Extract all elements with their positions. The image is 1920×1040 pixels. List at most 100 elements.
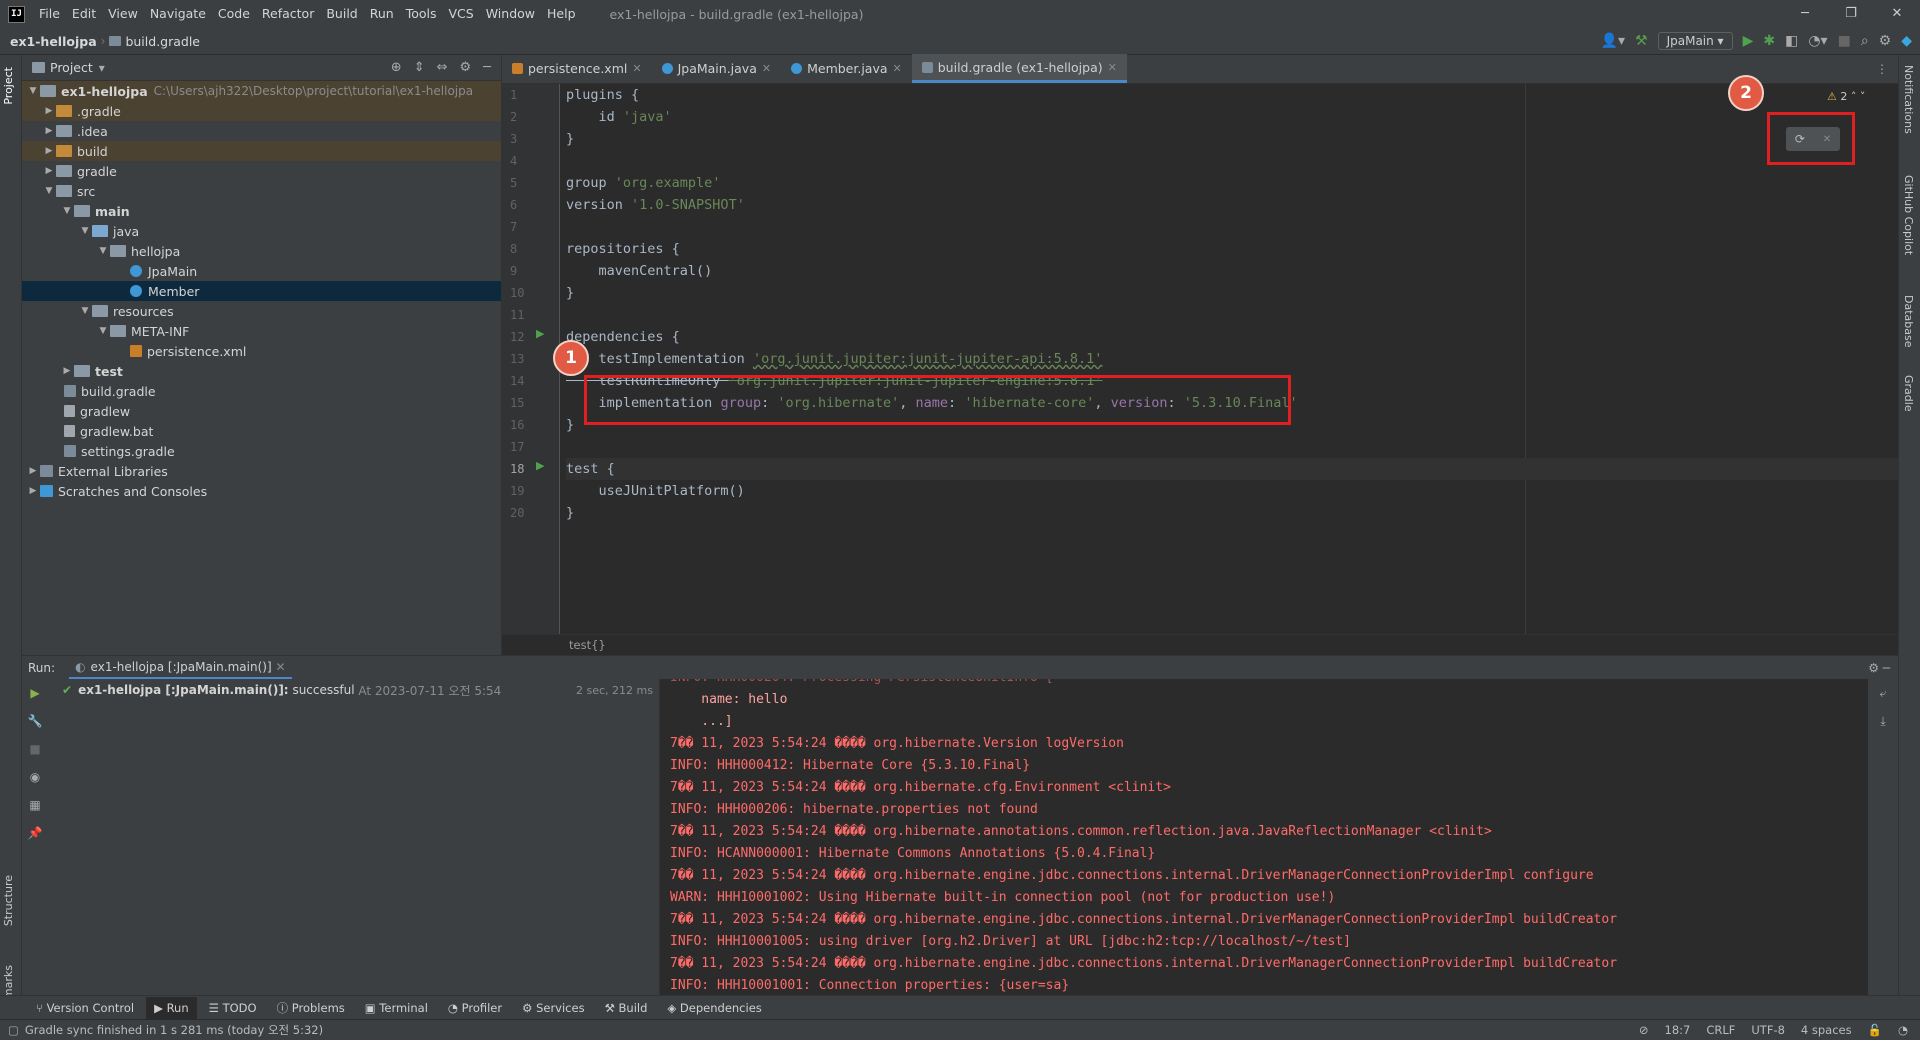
restore-icon[interactable]: ❐ (1828, 0, 1874, 28)
close-tab-icon[interactable]: ✕ (632, 62, 641, 75)
menu-vcs[interactable]: VCS (443, 0, 480, 28)
tree-item-build-gradle[interactable]: build.gradle (22, 381, 501, 401)
tree-item-idea[interactable]: ▶ .idea (22, 121, 501, 141)
tree-item-build[interactable]: ▶ build (22, 141, 501, 161)
hide-panel-icon[interactable]: ─ (483, 60, 491, 75)
chevron-down-icon[interactable]: ▼ (96, 326, 110, 336)
menu-refactor[interactable]: Refactor (256, 0, 320, 28)
run-tab[interactable]: ◐ ex1-hellojpa [:JpaMain.main()] ✕ (69, 657, 292, 679)
tab-version-control[interactable]: ⑂ Version Control (28, 997, 142, 1019)
menu-file[interactable]: File (33, 0, 66, 28)
chevron-right-icon[interactable]: ▶ (42, 146, 56, 156)
chevron-right-icon[interactable]: ▶ (42, 126, 56, 136)
tab-services[interactable]: ⚙ Services (514, 997, 592, 1019)
tab-run[interactable]: ▶ Run (146, 996, 197, 1019)
run-settings-gear-icon[interactable]: ⚙ ─ (1868, 661, 1898, 675)
cursor-position[interactable]: 18:7 (1665, 1023, 1691, 1037)
layout-icon[interactable]: ▦ (22, 791, 48, 819)
tab-persistence-xml[interactable]: persistence.xml ✕ (502, 54, 652, 83)
eye-icon[interactable]: ◉ (22, 763, 48, 791)
run-gutter-icon[interactable]: ▶ (536, 459, 544, 472)
notifications-tool-button[interactable]: Notifications (1902, 65, 1915, 134)
chevron-down-icon[interactable]: ▼ (96, 246, 110, 256)
menu-run[interactable]: Run (364, 0, 400, 28)
run-gutter-icon[interactable]: ▶ (536, 327, 544, 340)
menu-window[interactable]: Window (480, 0, 541, 28)
run-config-select[interactable]: JpaMain ▾ (1657, 32, 1733, 50)
inspection-widget[interactable]: ⚠ 2 ˄ ˅ (1827, 90, 1865, 103)
tree-item-resources[interactable]: ▼ resources (22, 301, 501, 321)
project-tool-button[interactable]: Project (2, 67, 15, 105)
chevron-up-icon[interactable]: ˄ (1851, 90, 1857, 103)
code-area[interactable]: plugins { id 'java' } group 'org.example… (566, 84, 1898, 524)
chevron-down-icon[interactable]: ▾ (99, 61, 105, 75)
expand-all-icon[interactable]: ⇕ (414, 60, 425, 75)
tab-terminal[interactable]: ▣ Terminal (357, 997, 436, 1019)
editor-breadcrumb[interactable]: test{} (502, 634, 1898, 655)
indent-setting[interactable]: 4 spaces (1801, 1023, 1852, 1037)
tree-item-dot-gradle[interactable]: ▶ .gradle (22, 101, 501, 121)
tree-item-hellojpa[interactable]: ▼ hellojpa (22, 241, 501, 261)
build-hammer-icon[interactable]: ⚒ (1635, 33, 1648, 49)
stop-icon[interactable]: ■ (1838, 33, 1851, 49)
chevron-right-icon[interactable]: ▶ (42, 106, 56, 116)
project-panel-title[interactable]: Project (50, 60, 93, 75)
chevron-down-icon[interactable]: ▼ (78, 306, 92, 316)
tab-member-java[interactable]: Member.java ✕ (781, 54, 912, 83)
chevron-down-icon[interactable]: ▼ (60, 206, 74, 216)
copilot-status-icon[interactable]: ⊘ (1639, 1023, 1649, 1037)
close-tab-icon[interactable]: ✕ (1108, 61, 1117, 74)
menu-navigate[interactable]: Navigate (144, 0, 212, 28)
tree-item-jpamain[interactable]: JpaMain (22, 261, 501, 281)
chevron-down-icon[interactable]: ▼ (26, 86, 40, 96)
chevron-right-icon[interactable]: ▶ (60, 366, 74, 376)
tree-item-java[interactable]: ▼ java (22, 221, 501, 241)
line-separator[interactable]: CRLF (1706, 1023, 1735, 1037)
menu-tools[interactable]: Tools (400, 0, 443, 28)
load-gradle-changes-button[interactable]: ⟳ ✕ (1786, 127, 1840, 151)
database-tool-button[interactable]: Database (1902, 295, 1915, 348)
locate-file-icon[interactable]: ⊕ (391, 60, 402, 75)
tree-item-persistence-xml[interactable]: persistence.xml (22, 341, 501, 361)
user-icon[interactable]: 👤▾ (1601, 33, 1625, 49)
tree-item-scratches[interactable]: ▶ Scratches and Consoles (22, 481, 501, 501)
chevron-down-icon[interactable]: ▼ (78, 226, 92, 236)
soft-wrap-icon[interactable]: ⤶ (1868, 679, 1898, 707)
notifications-icon[interactable]: ◔ (1898, 1023, 1908, 1037)
structure-tool-button[interactable]: Structure (2, 875, 15, 926)
tree-item-gradle[interactable]: ▶ gradle (22, 161, 501, 181)
scroll-to-end-icon[interactable]: ⤓ (1868, 707, 1898, 735)
status-message[interactable]: Gradle sync finished in 1 s 281 ms (toda… (25, 1022, 323, 1038)
chevron-right-icon[interactable]: ▶ (42, 166, 56, 176)
tab-options-icon[interactable]: ⋮ (1876, 62, 1898, 76)
tab-profiler[interactable]: ◔ Profiler (440, 997, 510, 1019)
debug-icon[interactable]: ✱ (1763, 33, 1775, 49)
close-tab-icon[interactable]: ✕ (893, 62, 902, 75)
console-output[interactable]: INFO: HHH000204: Processing PersistenceU… (660, 679, 1868, 996)
tab-jpamain-java[interactable]: JpaMain.java ✕ (652, 54, 782, 83)
profiler-icon[interactable]: ◔▾ (1808, 33, 1827, 49)
tab-build-gradle[interactable]: build.gradle (ex1-hellojpa) ✕ (911, 54, 1127, 83)
tree-item-gradlew-bat[interactable]: gradlew.bat (22, 421, 501, 441)
tab-problems[interactable]: ⓘ Problems (269, 997, 353, 1019)
pin-icon[interactable]: 📌 (22, 819, 48, 847)
menu-help[interactable]: Help (541, 0, 582, 28)
coverage-icon[interactable]: ◧ (1785, 33, 1798, 49)
run-icon[interactable]: ▶ (1743, 33, 1754, 49)
close-tab-icon[interactable]: ✕ (762, 62, 771, 75)
close-icon[interactable]: ✕ (1823, 134, 1831, 145)
close-window-icon[interactable]: ✕ (1874, 0, 1920, 28)
chevron-down-icon[interactable]: ˅ (1860, 90, 1866, 103)
tab-build[interactable]: ⚒ Build (597, 997, 656, 1019)
tree-item-external-libraries[interactable]: ▶ External Libraries (22, 461, 501, 481)
tree-item-root[interactable]: ▼ ex1-hellojpa C:\Users\ajh322\Desktop\p… (22, 81, 501, 101)
tree-item-member[interactable]: Member (22, 281, 501, 301)
copilot-tool-button[interactable]: GitHub Copilot (1902, 175, 1915, 255)
tab-todo[interactable]: ☰ TODO (201, 997, 265, 1019)
options-gear-icon[interactable]: ⚙ (460, 60, 472, 75)
collapse-all-icon[interactable]: ⇔ (437, 60, 448, 75)
gradle-tool-button[interactable]: Gradle (1902, 375, 1915, 412)
tree-item-main[interactable]: ▼ main (22, 201, 501, 221)
wrench-icon[interactable]: 🔧 (22, 707, 48, 735)
menu-build[interactable]: Build (320, 0, 363, 28)
